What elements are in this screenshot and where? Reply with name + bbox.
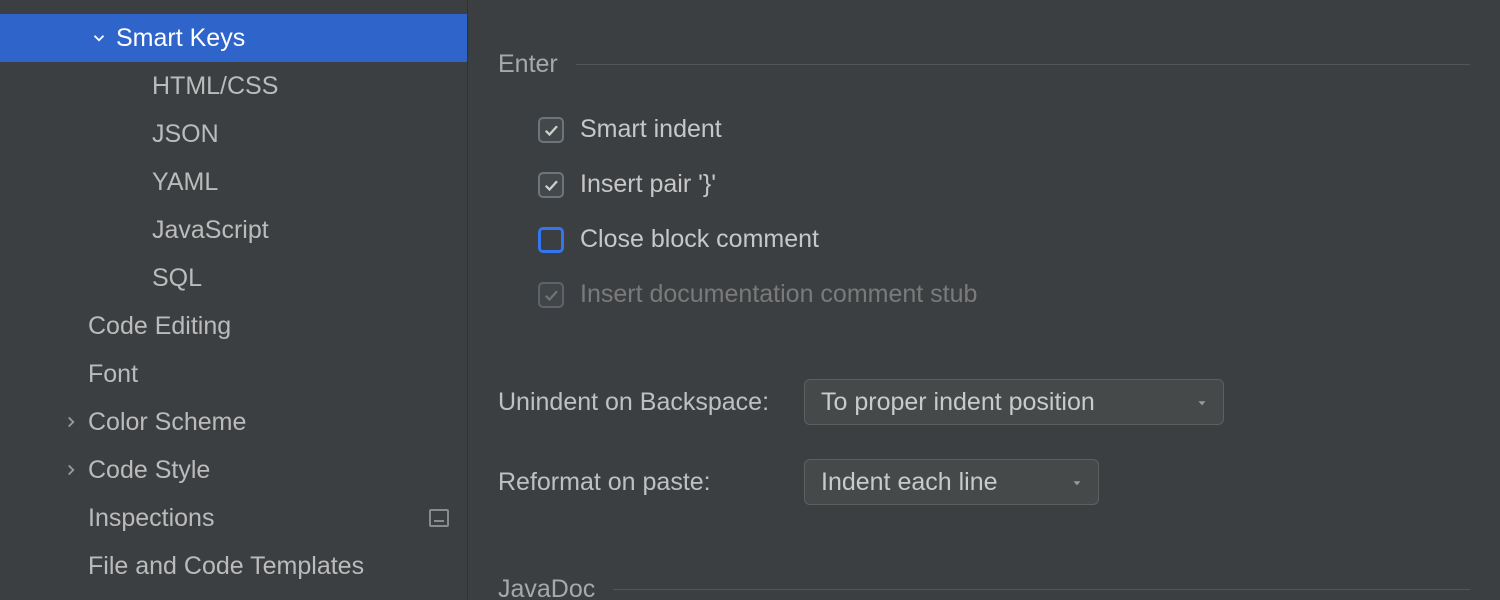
row-unindent: Unindent on Backspace: To proper indent … [498, 379, 1470, 425]
row-insert-pair: Insert pair '}' [538, 170, 1470, 199]
checkbox-insert-pair[interactable] [538, 172, 564, 198]
tree-item-label: Inspections [88, 504, 214, 533]
chevron-right-icon [60, 461, 82, 479]
label-unindent: Unindent on Backspace: [498, 388, 804, 417]
section-enter: Enter [498, 50, 1470, 79]
tree-item-smart-keys[interactable]: Smart Keys [0, 14, 467, 62]
tree-item-sql[interactable]: SQL [0, 254, 467, 302]
tree-item-label: File and Code Templates [88, 552, 364, 581]
checkbox-label: Smart indent [580, 115, 722, 144]
tree-item-html-css[interactable]: HTML/CSS [0, 62, 467, 110]
caret-down-icon [1070, 468, 1084, 497]
tree-item-inspections[interactable]: Inspections [0, 494, 467, 542]
label-reformat: Reformat on paste: [498, 468, 804, 497]
section-title: JavaDoc [498, 575, 595, 600]
checkbox-close-block[interactable] [538, 227, 564, 253]
divider [613, 589, 1470, 590]
tree-item-label: SQL [152, 264, 202, 293]
tree-item-label: YAML [152, 168, 218, 197]
tree-item-label: HTML/CSS [152, 72, 278, 101]
caret-down-icon [1195, 388, 1209, 417]
dropdown-reformat[interactable]: Indent each line [804, 459, 1099, 505]
tree-item-label: Font [88, 360, 138, 389]
tree-item-color-scheme[interactable]: Color Scheme [0, 398, 467, 446]
scheme-badge-icon [429, 509, 449, 527]
section-javadoc: JavaDoc [498, 575, 1470, 600]
row-doc-stub: Insert documentation comment stub [538, 280, 1470, 309]
dropdown-value: Indent each line [821, 468, 998, 497]
tree-item-label: Color Scheme [88, 408, 246, 437]
row-close-block: Close block comment [538, 225, 1470, 254]
settings-tree: Smart Keys HTML/CSS JSON YAML JavaScript… [0, 0, 468, 600]
tree-item-file-templates[interactable]: File and Code Templates [0, 542, 467, 590]
row-reformat: Reformat on paste: Indent each line [498, 459, 1470, 505]
tree-item-label: Code Editing [88, 312, 231, 341]
checkbox-label: Insert pair '}' [580, 170, 716, 199]
checkbox-doc-stub[interactable] [538, 282, 564, 308]
section-title: Enter [498, 50, 558, 79]
checkbox-label: Insert documentation comment stub [580, 280, 977, 309]
chevron-right-icon [60, 413, 82, 431]
checkbox-label: Close block comment [580, 225, 819, 254]
dropdown-unindent[interactable]: To proper indent position [804, 379, 1224, 425]
row-smart-indent: Smart indent [538, 115, 1470, 144]
tree-item-label: Smart Keys [116, 24, 245, 53]
tree-item-json[interactable]: JSON [0, 110, 467, 158]
tree-item-font[interactable]: Font [0, 350, 467, 398]
tree-item-label: JSON [152, 120, 219, 149]
tree-item-yaml[interactable]: YAML [0, 158, 467, 206]
settings-panel: Enter Smart indent Insert pair '}' Close… [468, 0, 1500, 600]
chevron-down-icon [88, 29, 110, 47]
tree-item-label: JavaScript [152, 216, 269, 245]
dropdown-value: To proper indent position [821, 388, 1095, 417]
tree-item-javascript[interactable]: JavaScript [0, 206, 467, 254]
tree-item-code-editing[interactable]: Code Editing [0, 302, 467, 350]
tree-item-label: Code Style [88, 456, 210, 485]
tree-item-code-style[interactable]: Code Style [0, 446, 467, 494]
divider [576, 64, 1470, 65]
checkbox-smart-indent[interactable] [538, 117, 564, 143]
